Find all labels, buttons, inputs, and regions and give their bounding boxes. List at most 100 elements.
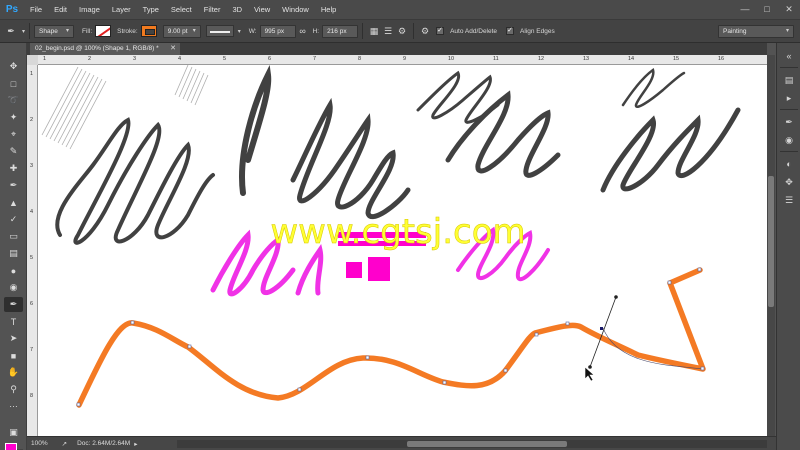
height-input[interactable]: 216 px <box>322 24 359 38</box>
tools-panel: ✥ □ ➰ ✦ ⌖ ✎ ✚ ✒ ▲ ✓ ▭ ▤ ● ◉ ✒ T ➤ ■ ✋ ⚲ … <box>0 43 27 450</box>
zoom-tool-icon[interactable]: ⚲ <box>4 382 23 397</box>
ruler-tick-label: 8 <box>30 393 34 399</box>
menu-select[interactable]: Select <box>165 0 198 19</box>
shape-tool-icon[interactable]: ■ <box>4 348 23 363</box>
brush-tool-icon[interactable]: ✒ <box>4 178 23 193</box>
divider <box>780 67 798 68</box>
align-edges-checkbox[interactable]: ✓ <box>506 27 515 35</box>
ruler-tick-label: 3 <box>30 163 34 169</box>
zoom-level[interactable]: 100% <box>31 440 48 447</box>
healing-brush-tool-icon[interactable]: ✚ <box>4 161 23 176</box>
path-operations-icon[interactable]: ▦ <box>367 24 381 38</box>
close-icon[interactable]: ✕ <box>778 0 800 19</box>
fill-swatch[interactable] <box>95 25 112 37</box>
direct-selection-cursor-icon <box>584 366 595 382</box>
ruler-origin[interactable] <box>27 55 38 65</box>
layers-panel-icon[interactable]: ☰ <box>782 193 796 207</box>
properties-panel-icon[interactable]: ▸ <box>782 91 796 105</box>
doc-size[interactable]: Doc: 2.64M/2.64M <box>77 440 130 447</box>
magic-wand-tool-icon[interactable]: ✦ <box>4 110 23 125</box>
menu-window[interactable]: Window <box>276 0 315 19</box>
divider <box>29 23 31 39</box>
pen-tool-preset-icon[interactable]: ✒ <box>4 24 18 38</box>
document-canvas[interactable]: www.cgtsj.com <box>38 65 767 436</box>
menu-filter[interactable]: Filter <box>198 0 227 19</box>
menu-layer[interactable]: Layer <box>106 0 137 19</box>
blur-tool-icon[interactable]: ● <box>4 263 23 278</box>
horizontal-ruler[interactable]: 1 2 3 4 5 6 7 8 9 10 11 12 13 14 15 16 <box>38 55 767 65</box>
share-icon[interactable]: ↗ <box>62 440 67 448</box>
chevron-right-icon[interactable]: ▸ <box>134 440 137 448</box>
panel-dock: « ▤ ▸ ✒ ◉ ◐ ✥ ☰ <box>776 43 800 450</box>
menu-file[interactable]: File <box>24 0 48 19</box>
stroke-width-value: 9.00 pt <box>167 27 188 35</box>
ruler-tick-label: 3 <box>133 56 137 62</box>
menu-view[interactable]: View <box>248 0 276 19</box>
quick-mask-icon[interactable]: ▣ <box>4 425 23 440</box>
eyedropper-tool-icon[interactable]: ✎ <box>4 144 23 159</box>
watermark-text: www.cgtsj.com <box>270 212 525 252</box>
link-icon[interactable]: ∞ <box>296 24 310 38</box>
menu-type[interactable]: Type <box>137 0 165 19</box>
adjustments-panel-icon[interactable]: ◐ <box>782 157 796 171</box>
menu-bar: Ps File Edit Image Layer Type Select Fil… <box>0 0 800 19</box>
tool-mode-value: Shape <box>39 27 58 35</box>
auto-add-delete-checkbox[interactable]: ✓ <box>436 27 445 35</box>
close-icon[interactable]: ✕ <box>170 43 176 55</box>
chevron-down-icon[interactable]: ▾ <box>238 28 241 35</box>
foreground-color-swatch[interactable] <box>5 443 17 450</box>
ruler-tick-label: 8 <box>358 56 362 62</box>
type-tool-icon[interactable]: T <box>4 314 23 329</box>
gear-icon[interactable]: ⚙ <box>418 24 432 38</box>
vertical-ruler[interactable]: 1 2 3 4 5 6 7 8 <box>27 65 38 436</box>
path-alignment-icon[interactable]: ☰ <box>381 24 395 38</box>
ruler-tick-label: 13 <box>583 56 590 62</box>
history-panel-icon[interactable]: ▤ <box>782 73 796 87</box>
menu-help[interactable]: Help <box>315 0 342 19</box>
marquee-tool-icon[interactable]: □ <box>4 76 23 91</box>
menu-3d[interactable]: 3D <box>226 0 248 19</box>
clone-stamp-tool-icon[interactable]: ▲ <box>4 195 23 210</box>
eraser-tool-icon[interactable]: ▭ <box>4 229 23 244</box>
brush-panel-icon[interactable]: ✒ <box>782 115 796 129</box>
stroke-width-input[interactable]: 9.00 pt ▾ <box>162 24 201 38</box>
minimize-icon[interactable]: — <box>734 0 756 19</box>
hand-tool-icon[interactable]: ✋ <box>4 365 23 380</box>
vertical-scrollbar-thumb[interactable] <box>768 176 774 307</box>
orange-shape-path <box>76 267 706 408</box>
gradient-tool-icon[interactable]: ▤ <box>4 246 23 261</box>
menu-image[interactable]: Image <box>73 0 106 19</box>
color-panel-icon[interactable]: ◉ <box>782 133 796 147</box>
path-arrangement-icon[interactable]: ⚙ <box>395 24 409 38</box>
crop-tool-icon[interactable]: ⌖ <box>4 127 23 142</box>
move-tool-icon[interactable]: ✥ <box>4 59 23 74</box>
styles-panel-icon[interactable]: ✥ <box>782 175 796 189</box>
workspace-select[interactable]: Painting ▾ <box>718 24 794 38</box>
height-label: H: <box>312 27 320 35</box>
ruler-tick-label: 2 <box>30 117 34 123</box>
lasso-tool-icon[interactable]: ➰ <box>4 93 23 108</box>
divider <box>413 23 415 39</box>
ruler-tick-label: 6 <box>268 56 272 62</box>
more-tools-icon[interactable]: … <box>4 396 23 411</box>
menu-edit[interactable]: Edit <box>48 0 73 19</box>
stroke-swatch[interactable] <box>140 25 157 37</box>
ruler-tick-label: 5 <box>30 255 34 261</box>
photoshop-window: Ps File Edit Image Layer Type Select Fil… <box>0 0 800 450</box>
horizontal-scrollbar-thumb[interactable] <box>407 441 567 447</box>
collapse-panels-icon[interactable]: « <box>782 49 796 63</box>
path-selection-tool-icon[interactable]: ➤ <box>4 331 23 346</box>
maximize-icon[interactable]: □ <box>756 0 778 19</box>
stroke-type-select[interactable] <box>205 25 234 37</box>
chevron-down-icon[interactable]: ▾ <box>22 28 25 35</box>
tool-mode-select[interactable]: Shape ▾ <box>34 24 75 38</box>
ruler-tick-label: 16 <box>718 56 725 62</box>
dodge-tool-icon[interactable]: ◉ <box>4 280 23 295</box>
pen-tool-icon[interactable]: ✒ <box>4 297 23 312</box>
document-tab[interactable]: 02_begin.psd @ 100% (Shape 1, RGB/8) * ✕ <box>30 43 180 55</box>
chevron-down-icon: ▾ <box>66 27 70 34</box>
horizontal-scrollbar[interactable] <box>177 440 767 448</box>
ruler-tick-label: 4 <box>30 209 34 215</box>
history-brush-tool-icon[interactable]: ✓ <box>4 212 23 227</box>
width-input[interactable]: 995 px <box>259 24 296 38</box>
